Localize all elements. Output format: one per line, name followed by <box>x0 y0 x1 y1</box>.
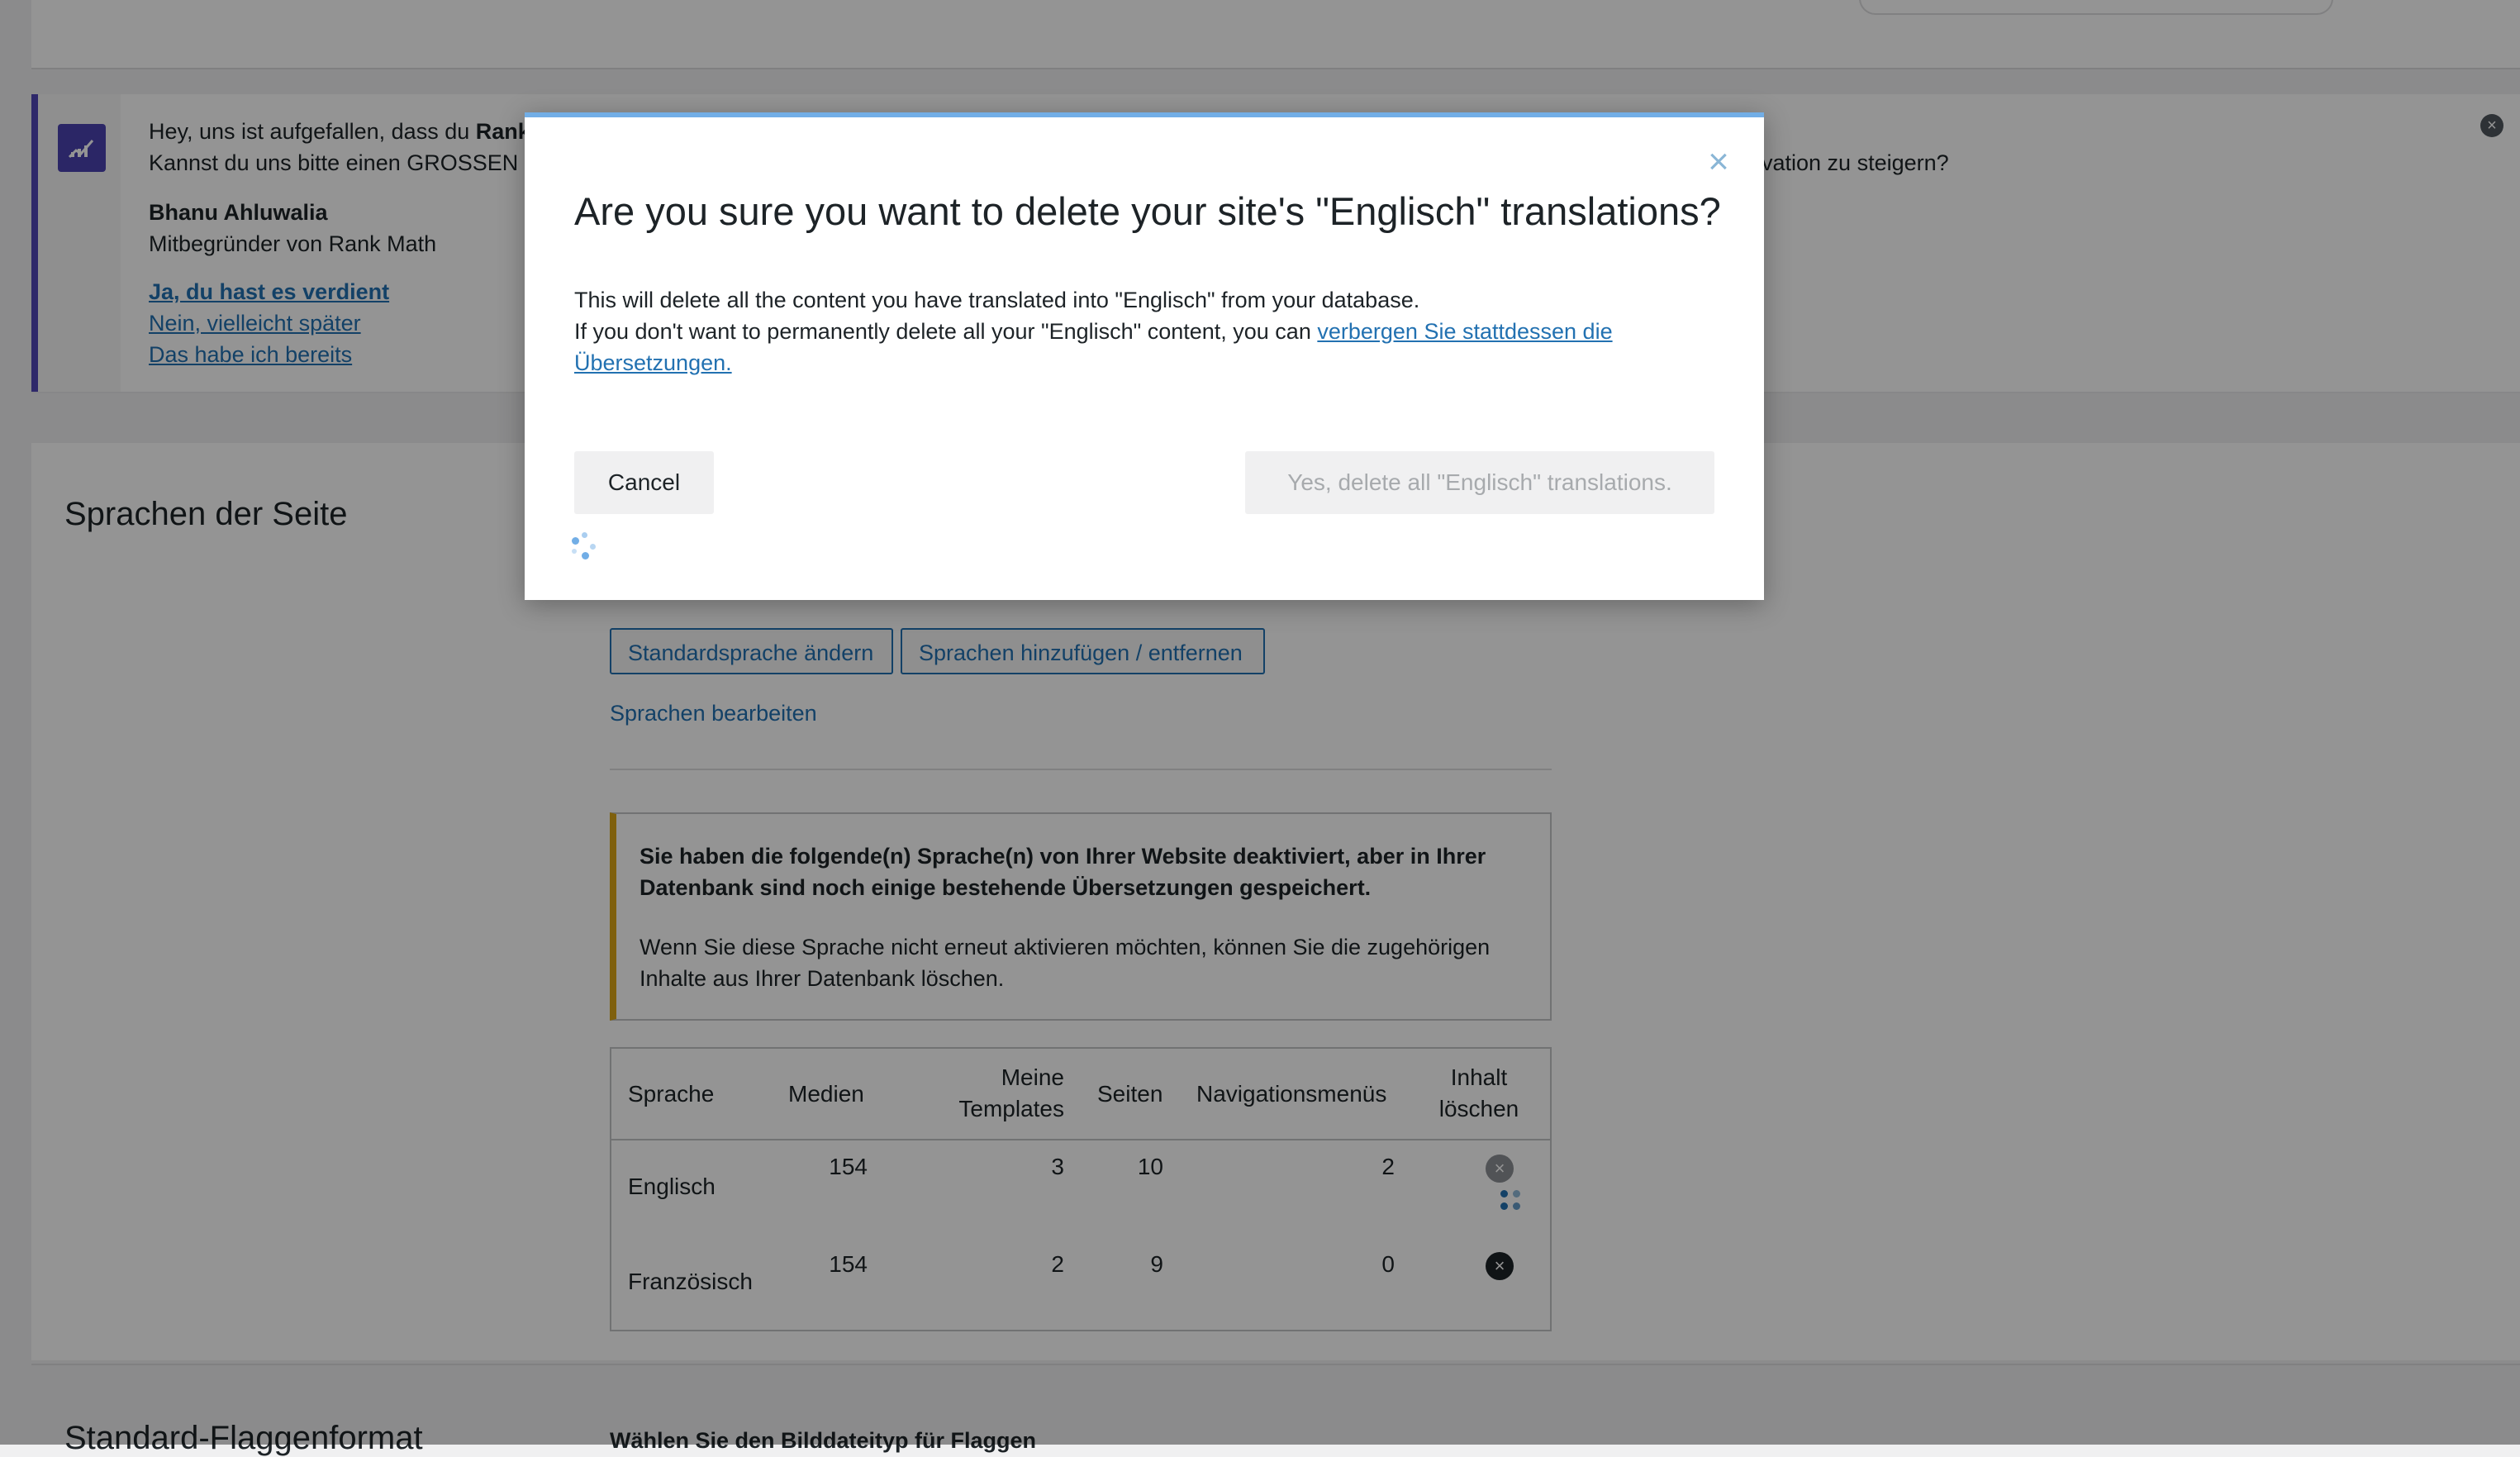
dialog-close-icon[interactable]: × <box>1704 144 1733 180</box>
dialog-spinner-icon <box>570 532 600 562</box>
dialog-text-3: Übersetzungen. <box>574 350 732 376</box>
dialog-text-2: If you don't want to permanently delete … <box>574 319 1613 344</box>
hide-translations-link[interactable]: verbergen Sie stattdessen die <box>1317 319 1612 344</box>
cancel-button[interactable]: Cancel <box>574 451 714 514</box>
dialog-text-1: This will delete all the content you hav… <box>574 288 1420 312</box>
dialog-title: Are you sure you want to delete your sit… <box>574 189 1721 233</box>
hide-translations-link-cont[interactable]: Übersetzungen. <box>574 350 732 375</box>
confirm-delete-button[interactable]: Yes, delete all "Englisch" translations. <box>1245 451 1714 514</box>
